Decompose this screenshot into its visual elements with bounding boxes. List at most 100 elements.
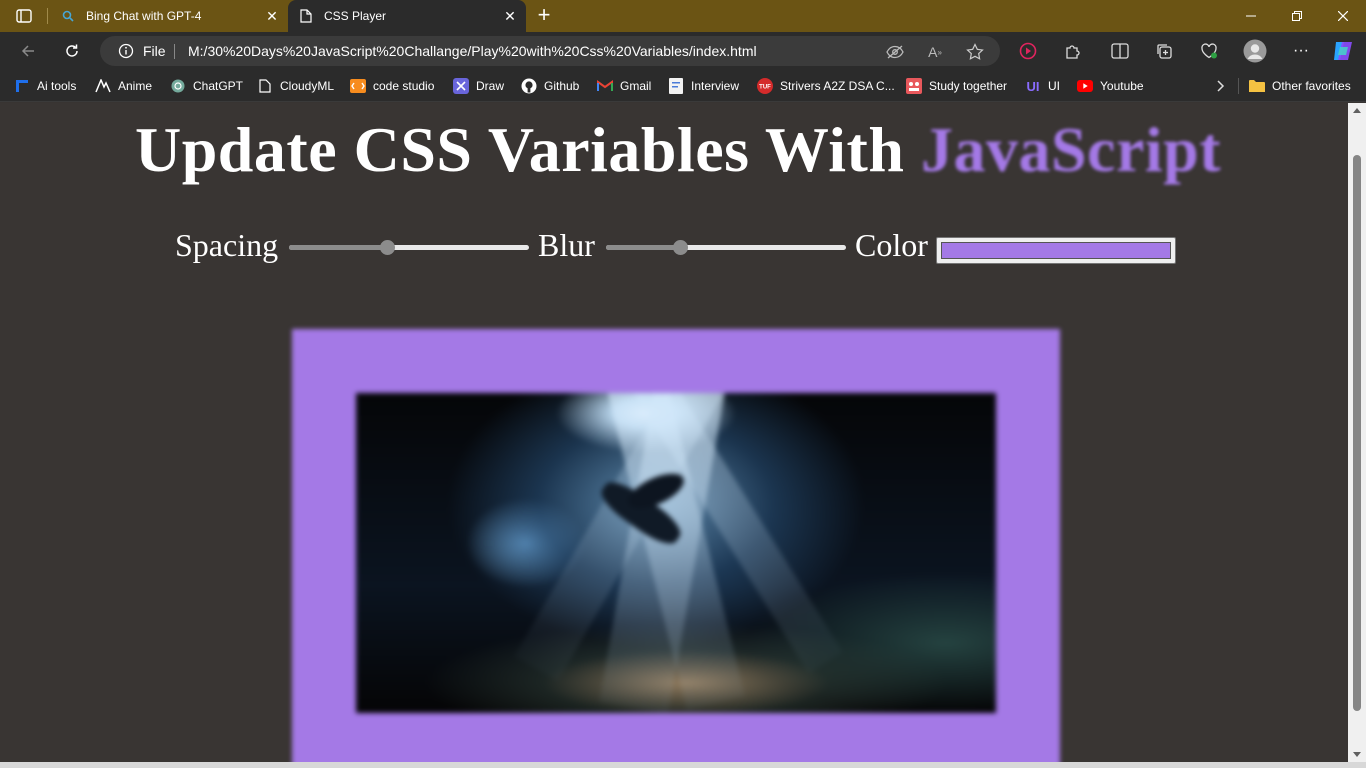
read-aloud-icon[interactable]: A»	[926, 43, 944, 61]
tab-separator	[47, 8, 48, 24]
bookmark-code-studio[interactable]: code studio	[350, 77, 434, 95]
bookmark-label: Interview	[691, 79, 740, 93]
vertical-scrollbar[interactable]	[1348, 103, 1366, 762]
gmail-icon	[597, 78, 613, 94]
tab-actions-icon[interactable]	[10, 6, 38, 26]
new-tab-button[interactable]: +	[532, 4, 556, 28]
tracking-prevention-icon[interactable]	[886, 43, 904, 61]
address-divider	[174, 44, 175, 59]
spacing-label: Spacing	[175, 227, 279, 263]
split-screen-icon[interactable]	[1108, 39, 1132, 63]
tab-bing-chat[interactable]: Bing Chat with GPT-4 ✕	[52, 0, 286, 32]
bookmark-cloudyml[interactable]: CloudyML	[257, 77, 334, 95]
scroll-up-icon[interactable]	[1353, 108, 1361, 113]
bookmark-label: Draw	[476, 79, 505, 93]
bookmark-label: Study together	[929, 79, 1008, 93]
collections-icon[interactable]	[1152, 39, 1176, 63]
slider-fill	[289, 245, 388, 250]
blur-label: Blur	[538, 227, 595, 263]
ui-icon: UI	[1026, 78, 1040, 94]
bookmark-anime[interactable]: Anime	[95, 77, 152, 95]
bookmark-study-together[interactable]: Study together	[906, 77, 1007, 95]
folder-icon	[1249, 78, 1265, 94]
close-icon[interactable]: ✕	[502, 8, 518, 24]
more-options-icon[interactable]: ···	[1289, 39, 1313, 63]
bookmark-label: ChatGPT	[193, 79, 244, 93]
bookmark-draw[interactable]: Draw	[453, 77, 504, 95]
extensions-icon[interactable]	[1061, 39, 1085, 63]
bookmark-label: CloudyML	[280, 79, 335, 93]
bookmark-ui[interactable]: UI UI	[1025, 77, 1061, 95]
bookmarks-divider	[1238, 78, 1239, 94]
title-bar: Bing Chat with GPT-4 ✕ CSS Player ✕ +	[0, 0, 1366, 32]
scrollbar-thumb[interactable]	[1353, 155, 1361, 711]
color-label: Color	[855, 227, 928, 263]
copilot-icon[interactable]	[1331, 39, 1355, 63]
tab-title: Bing Chat with GPT-4	[86, 9, 202, 23]
slider-thumb[interactable]	[380, 240, 396, 255]
spacing-slider[interactable]	[289, 239, 529, 255]
bookmark-other-favorites[interactable]: Other favorites	[1249, 77, 1351, 95]
bookmark-label: UI	[1048, 79, 1060, 93]
scroll-down-icon[interactable]	[1353, 752, 1361, 757]
bookmark-label: code studio	[373, 79, 435, 93]
bookmark-chatgpt[interactable]: ChatGPT	[170, 77, 243, 95]
github-icon	[521, 78, 537, 94]
anime-icon	[95, 78, 111, 94]
browser-toolbar: File M:/30%20Days%20JavaScript%20Challan…	[0, 32, 1366, 70]
slider-thumb[interactable]	[673, 240, 689, 255]
search-icon	[60, 8, 76, 24]
tuf-icon: TUF	[757, 78, 773, 94]
bookmark-label: Youtube	[1100, 79, 1144, 93]
scheme-label: File	[143, 43, 166, 59]
blur-slider[interactable]	[606, 239, 846, 255]
bookmark-label: Github	[544, 79, 580, 93]
grid-icon	[14, 78, 30, 94]
info-icon[interactable]	[118, 43, 134, 59]
bookmark-label: Other favorites	[1272, 79, 1351, 93]
code-studio-icon	[350, 78, 366, 94]
minimize-icon[interactable]	[1228, 0, 1274, 32]
chevron-right-icon[interactable]	[1212, 78, 1228, 94]
bookmark-youtube[interactable]: Youtube	[1077, 77, 1144, 95]
favorite-star-icon[interactable]	[966, 43, 984, 61]
url-text[interactable]: M:/30%20Days%20JavaScript%20Challange/Pl…	[188, 43, 757, 59]
bookmark-ai-tools[interactable]: Ai tools	[14, 77, 76, 95]
bookmark-gmail[interactable]: Gmail	[597, 77, 651, 95]
profile-avatar-icon[interactable]	[1243, 39, 1267, 63]
color-picker-swatch	[941, 242, 1171, 259]
youtube-icon	[1077, 78, 1093, 94]
study-icon	[906, 78, 922, 94]
page-icon	[257, 78, 273, 94]
underwater-diver-photo	[356, 393, 996, 713]
close-icon[interactable]: ✕	[264, 8, 280, 24]
tab-css-player[interactable]: CSS Player ✕	[288, 0, 526, 32]
window-bottom-edge	[0, 762, 1366, 768]
bookmark-interview[interactable]: Interview	[668, 77, 739, 95]
browser-essentials-icon[interactable]	[1197, 39, 1221, 63]
restore-icon[interactable]	[1274, 0, 1320, 32]
bookmark-github[interactable]: Github	[521, 77, 579, 95]
title-highlight: JavaScript	[920, 114, 1222, 185]
bookmark-label: Gmail	[620, 79, 652, 93]
refresh-icon[interactable]	[58, 37, 86, 65]
draw-icon	[453, 78, 469, 94]
svg-text:TUF: TUF	[759, 85, 771, 91]
tab-title: CSS Player	[324, 9, 387, 23]
back-icon[interactable]	[14, 37, 42, 65]
page-title: Update CSS Variables With JavaScript	[0, 113, 1348, 187]
page-viewport: Update CSS Variables With JavaScript Spa…	[0, 103, 1348, 762]
interview-icon	[668, 78, 684, 94]
bookmark-label: Ai tools	[37, 79, 77, 93]
chatgpt-icon	[170, 78, 186, 94]
bookmark-strivers[interactable]: TUF Strivers A2Z DSA C...	[757, 77, 895, 95]
color-picker[interactable]	[936, 237, 1176, 264]
title-main: Update CSS Variables With	[134, 114, 921, 185]
page-icon	[298, 8, 314, 24]
close-window-icon[interactable]	[1320, 0, 1366, 32]
media-record-icon[interactable]	[1016, 39, 1040, 63]
address-bar[interactable]: File M:/30%20Days%20JavaScript%20Challan…	[100, 36, 1000, 66]
bookmarks-bar: Ai tools Anime ChatGPT CloudyML code stu…	[0, 70, 1366, 102]
bookmark-label: Strivers A2Z DSA C...	[780, 79, 895, 93]
bookmark-label: Anime	[118, 79, 153, 93]
